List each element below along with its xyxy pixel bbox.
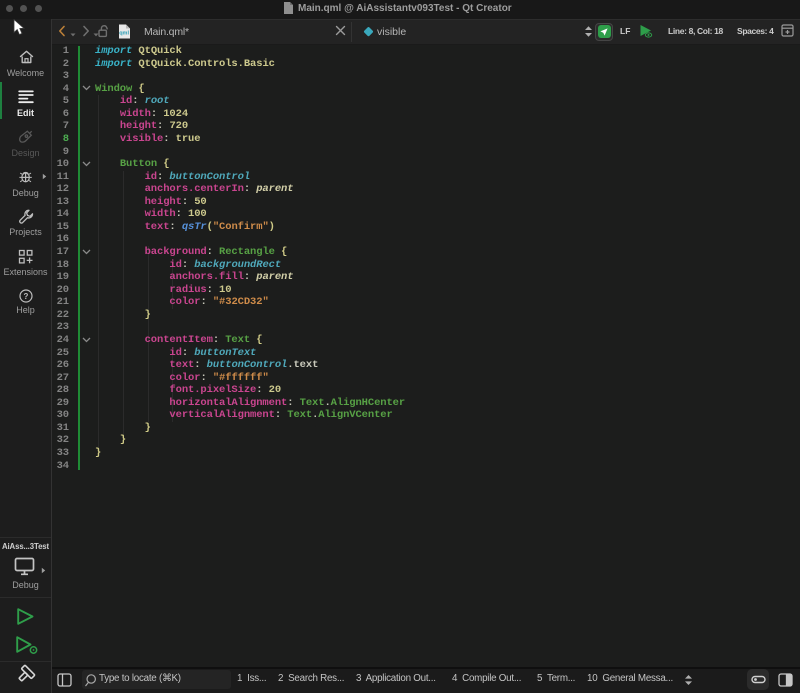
svg-text:qml: qml: [119, 31, 129, 37]
svg-text:?: ?: [24, 292, 29, 301]
